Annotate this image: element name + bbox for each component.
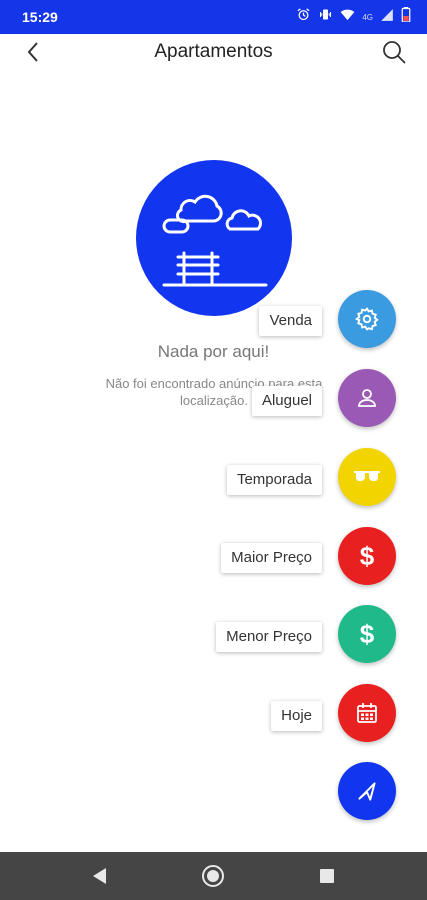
- signal-icon: [380, 8, 394, 27]
- dollar-icon: $: [359, 540, 375, 571]
- status-time: 15:29: [22, 9, 58, 25]
- fab-label-hoje[interactable]: Hoje: [271, 701, 322, 731]
- recents-square-icon[interactable]: [315, 864, 339, 888]
- fab-temporada-button[interactable]: [338, 448, 396, 506]
- fab-menor-preco-button[interactable]: $: [338, 605, 396, 663]
- dollar-icon: $: [359, 618, 375, 649]
- fab-label-maior-preco[interactable]: Maior Preço: [221, 543, 322, 573]
- fab-label-venda[interactable]: Venda: [259, 306, 322, 336]
- fab-label-aluguel[interactable]: Aluguel: [251, 386, 322, 416]
- vibrate-icon: [318, 7, 333, 27]
- person-icon: [358, 389, 376, 407]
- home-circle-icon[interactable]: [201, 864, 225, 888]
- fab-hoje-button[interactable]: [338, 684, 396, 742]
- back-triangle-icon[interactable]: [88, 864, 112, 888]
- calendar-icon: [357, 703, 377, 723]
- alarm-icon: [296, 7, 311, 27]
- wifi-icon: [340, 7, 355, 27]
- fab-venda-button[interactable]: [338, 290, 396, 348]
- fab-label-menor-preco[interactable]: Menor Preço: [216, 622, 322, 652]
- gear-icon: [355, 307, 379, 331]
- send-arrow-icon: [358, 782, 376, 801]
- sunglasses-icon: [354, 471, 380, 481]
- battery-icon: [401, 7, 411, 27]
- status-icons: 4G: [296, 7, 411, 27]
- page-title: Apartamentos: [154, 41, 273, 62]
- network-type: 4G: [362, 12, 373, 22]
- fab-aluguel-button[interactable]: [338, 369, 396, 427]
- park-bench-clouds-icon: [136, 160, 292, 316]
- fab-main-button[interactable]: [338, 762, 396, 820]
- app-bar: Apartamentos: [0, 34, 427, 68]
- navigation-bar: [0, 852, 427, 900]
- fab-maior-preco-button[interactable]: $: [338, 527, 396, 585]
- status-bar: 15:29 4G: [0, 0, 427, 34]
- search-icon[interactable]: [381, 39, 407, 65]
- fab-label-temporada[interactable]: Temporada: [226, 465, 322, 495]
